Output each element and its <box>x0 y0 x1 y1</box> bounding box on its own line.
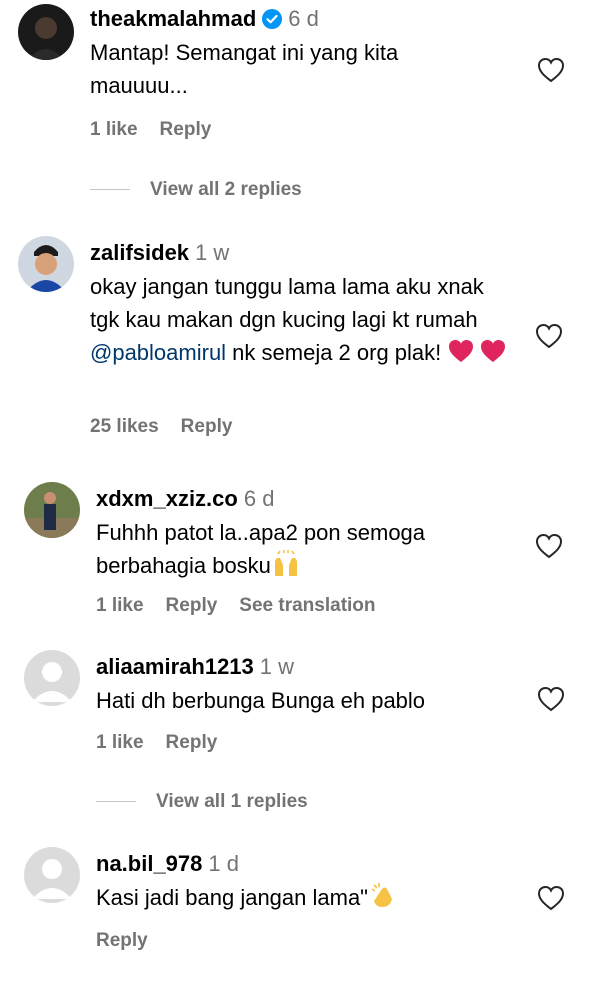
comment-text: okay jangan tunggu lama lama aku xnak tg… <box>90 270 510 369</box>
see-translation-button[interactable]: See translation <box>239 595 375 616</box>
like-heart-icon[interactable] <box>534 322 564 350</box>
comment-2: zalifsidek 1 w okay jangan tunggu lama la… <box>0 230 590 470</box>
username[interactable]: aliaamirah1213 <box>96 654 254 679</box>
reply-button[interactable]: Reply <box>160 119 212 140</box>
username[interactable]: xdxm_xziz.co <box>96 486 238 511</box>
avatar[interactable] <box>24 650 80 706</box>
comment-3: xdxm_xziz.co 6 d Fuhhh patot la..apa2 pon… <box>0 478 590 628</box>
mention-link[interactable]: @pabloamirul <box>90 340 226 365</box>
reply-button[interactable]: Reply <box>96 930 148 951</box>
clapping-hands-emoji-icon <box>371 883 392 907</box>
view-replies-button[interactable]: View all 1 replies <box>96 791 308 813</box>
red-heart-emoji-icon <box>481 340 506 362</box>
comment-text-part: nk semeja 2 org plak! <box>226 340 448 365</box>
red-heart-emoji-icon <box>449 340 474 362</box>
comment-1: theakmalahmad 6 d Mantap! Semangat ini ya… <box>0 0 590 215</box>
comment-5: na.bil_978 1 d Kasi jadi bang jangan lama… <box>0 845 590 975</box>
comment-4: aliaamirah1213 1 w Hati dh berbunga Bunga… <box>0 648 590 823</box>
timestamp: 1 w <box>259 654 295 679</box>
username[interactable]: na.bil_978 <box>96 851 202 876</box>
like-heart-icon[interactable] <box>536 56 566 84</box>
reply-button[interactable]: Reply <box>166 732 218 753</box>
avatar[interactable] <box>18 4 74 60</box>
timestamp: 1 d <box>208 851 239 876</box>
divider <box>96 801 136 803</box>
like-heart-icon[interactable] <box>534 532 564 560</box>
avatar[interactable] <box>18 236 74 292</box>
comment-text-part: okay jangan tunggu lama lama aku xnak tg… <box>90 274 484 332</box>
comment-text: Kasi jadi bang jangan lama" <box>96 881 516 914</box>
timestamp: 1 w <box>195 240 230 265</box>
like-heart-icon[interactable] <box>536 884 566 912</box>
comment-text-part: Fuhhh patot la..apa2 pon semoga berbahag… <box>96 520 426 578</box>
reply-button[interactable]: Reply <box>166 595 218 616</box>
timestamp: 6 d <box>288 6 319 31</box>
reply-button[interactable]: Reply <box>181 416 233 437</box>
likes-count[interactable]: 1 like <box>96 732 144 753</box>
username[interactable]: zalifsidek <box>90 240 189 265</box>
view-replies-label: View all 1 replies <box>156 791 308 812</box>
verified-badge-icon <box>262 9 283 29</box>
comment-text: Mantap! Semangat ini yang kita mauuuu... <box>90 40 399 98</box>
timestamp: 6 d <box>243 486 275 511</box>
view-replies-button[interactable]: View all 2 replies <box>90 179 302 201</box>
avatar[interactable] <box>24 847 80 903</box>
likes-count[interactable]: 25 likes <box>90 416 159 437</box>
divider <box>90 189 130 191</box>
username[interactable]: theakmalahmad <box>90 6 256 31</box>
view-replies-label: View all 2 replies <box>150 179 302 200</box>
likes-count[interactable]: 1 like <box>96 595 144 616</box>
comment-text-part: Kasi jadi bang jangan lama" <box>96 885 368 910</box>
avatar[interactable] <box>24 482 80 538</box>
raising-hands-emoji-icon <box>274 550 297 576</box>
likes-count[interactable]: 1 like <box>90 119 138 140</box>
comment-text: Fuhhh patot la..apa2 pon semoga berbahag… <box>96 516 496 582</box>
like-heart-icon[interactable] <box>536 685 566 713</box>
comment-text: Hati dh berbunga Bunga eh pablo <box>96 688 426 713</box>
